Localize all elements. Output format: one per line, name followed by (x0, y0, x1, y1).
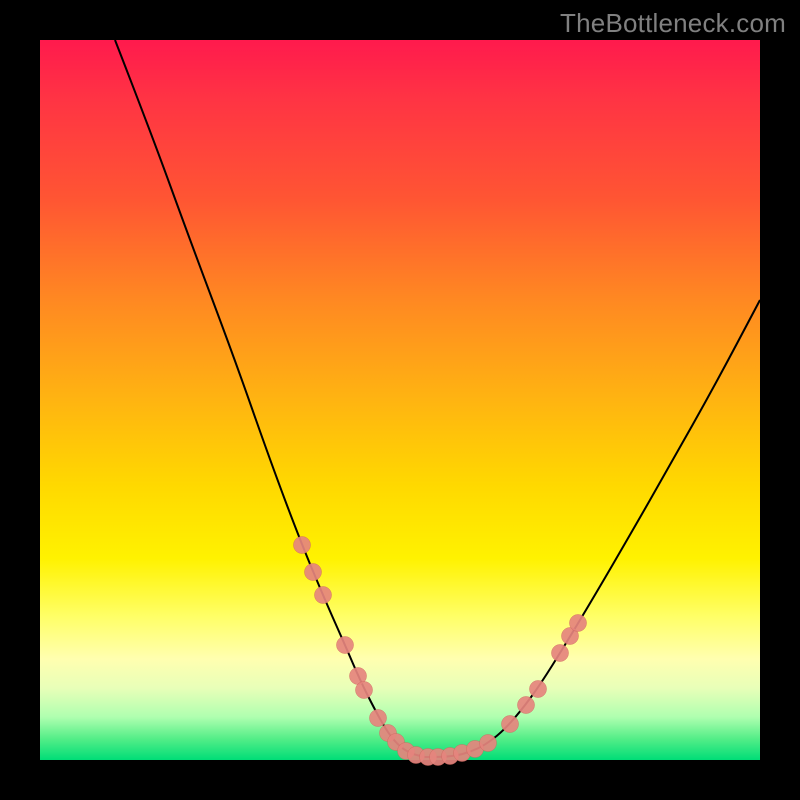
plot-area (40, 40, 760, 760)
marker-right (552, 645, 569, 662)
chart-frame: TheBottleneck.com (0, 0, 800, 800)
marker-right (502, 716, 519, 733)
left-curve (115, 40, 425, 757)
marker-right (530, 681, 547, 698)
marker-right (518, 697, 535, 714)
marker-left (370, 710, 387, 727)
curve-svg (40, 40, 760, 760)
marker-right (480, 735, 497, 752)
marker-left (337, 637, 354, 654)
marker-right (570, 615, 587, 632)
marker-left (294, 537, 311, 554)
marker-left (356, 682, 373, 699)
marker-left (305, 564, 322, 581)
watermark-text: TheBottleneck.com (560, 8, 786, 39)
right-curve (425, 300, 760, 757)
marker-left (315, 587, 332, 604)
